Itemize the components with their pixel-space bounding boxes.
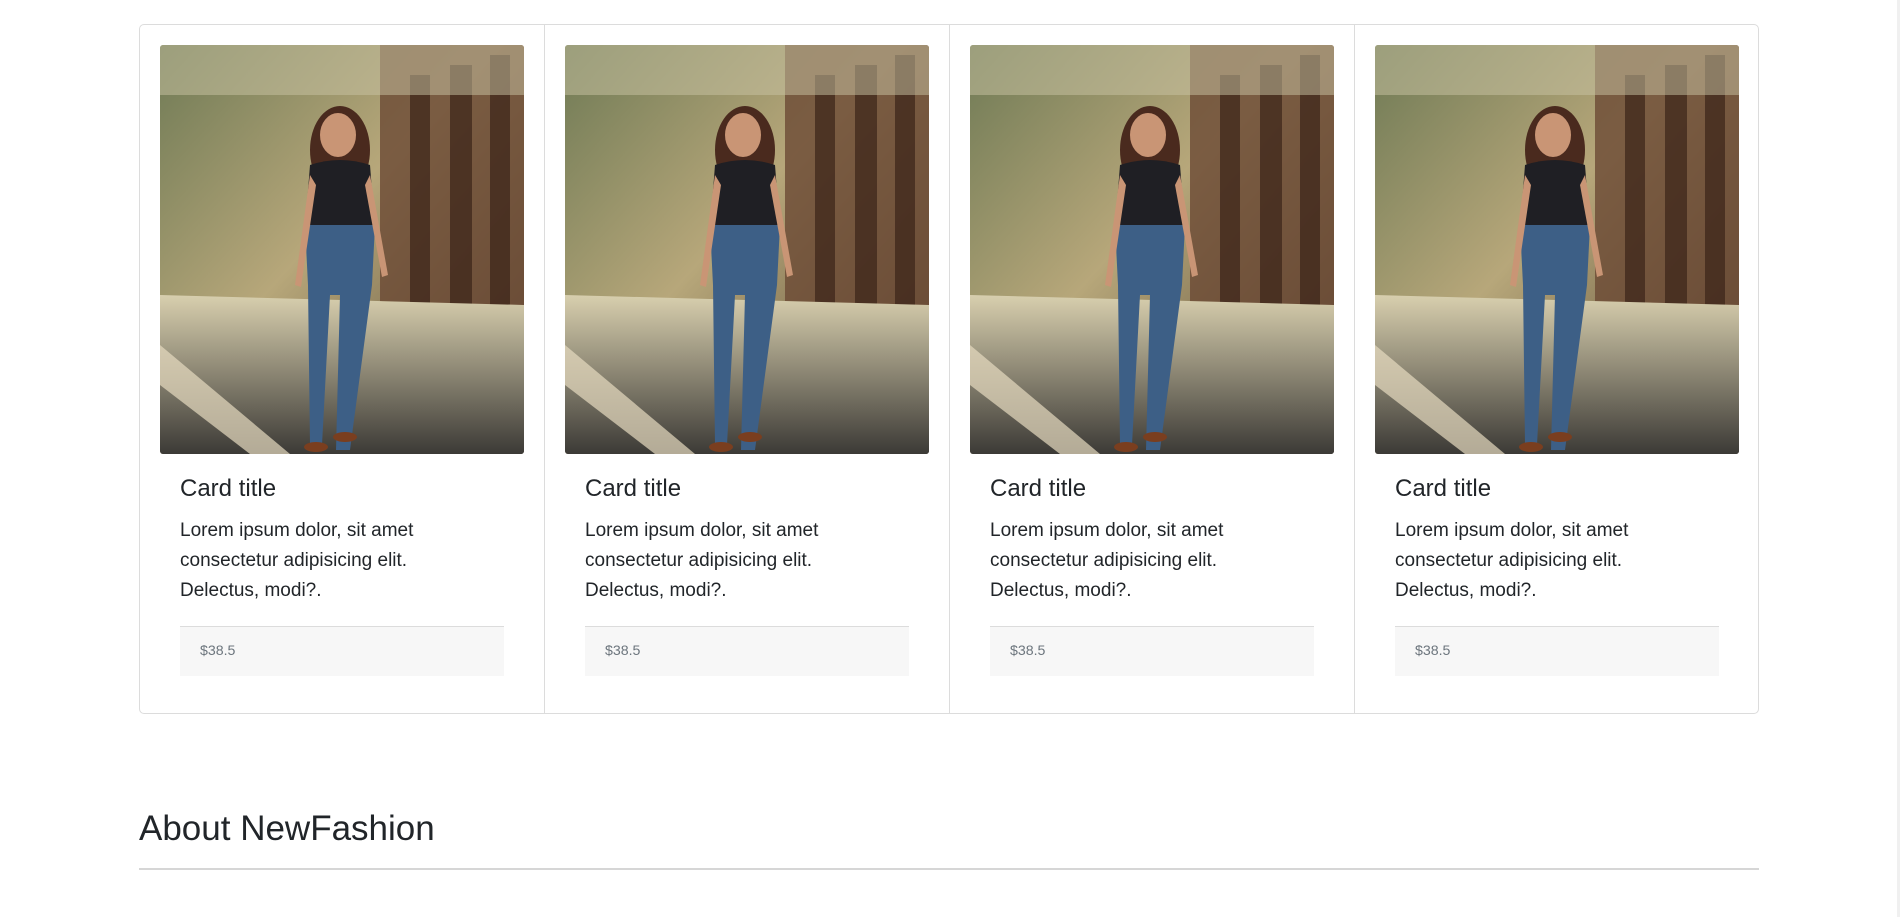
product-image[interactable] (1375, 45, 1739, 454)
product-card[interactable]: Card title Lorem ipsum dolor, sit amet c… (950, 25, 1355, 713)
card-text: Lorem ipsum dolor, sit amet consectetur … (585, 519, 819, 601)
product-image[interactable] (970, 45, 1334, 454)
about-heading: About NewFashion (139, 809, 435, 848)
card-body: Card title Lorem ipsum dolor, sit amet c… (565, 475, 929, 606)
product-card[interactable]: Card title Lorem ipsum dolor, sit amet c… (140, 25, 545, 713)
card-title: Card title (1395, 475, 1492, 502)
page: Card title Lorem ipsum dolor, sit amet c… (0, 0, 1900, 917)
card-title: Card title (585, 475, 682, 502)
card-title: Card title (180, 475, 277, 502)
price-label: $38.5 (200, 643, 236, 660)
card-title: Card title (990, 475, 1087, 502)
product-card-group: Card title Lorem ipsum dolor, sit amet c… (139, 24, 1759, 714)
product-image[interactable] (565, 45, 929, 454)
price-label: $38.5 (1415, 643, 1451, 660)
card-footer: $38.5 (1395, 625, 1719, 676)
product-image[interactable] (160, 45, 524, 454)
card-body: Card title Lorem ipsum dolor, sit amet c… (1375, 475, 1739, 606)
product-card[interactable]: Card title Lorem ipsum dolor, sit amet c… (1355, 25, 1759, 713)
card-body: Card title Lorem ipsum dolor, sit amet c… (970, 475, 1334, 606)
card-text: Lorem ipsum dolor, sit amet consectetur … (1395, 519, 1629, 601)
card-text: Lorem ipsum dolor, sit amet consectetur … (990, 519, 1224, 601)
card-footer: $38.5 (180, 625, 504, 676)
about-divider (139, 868, 1759, 870)
card-footer: $38.5 (990, 625, 1314, 676)
product-card[interactable]: Card title Lorem ipsum dolor, sit amet c… (545, 25, 950, 713)
card-body: Card title Lorem ipsum dolor, sit amet c… (160, 475, 524, 606)
about-section: About NewFashion (139, 800, 1759, 870)
card-footer: $38.5 (585, 625, 909, 676)
price-label: $38.5 (605, 643, 641, 660)
card-text: Lorem ipsum dolor, sit amet consectetur … (180, 519, 414, 601)
price-label: $38.5 (1010, 643, 1046, 660)
